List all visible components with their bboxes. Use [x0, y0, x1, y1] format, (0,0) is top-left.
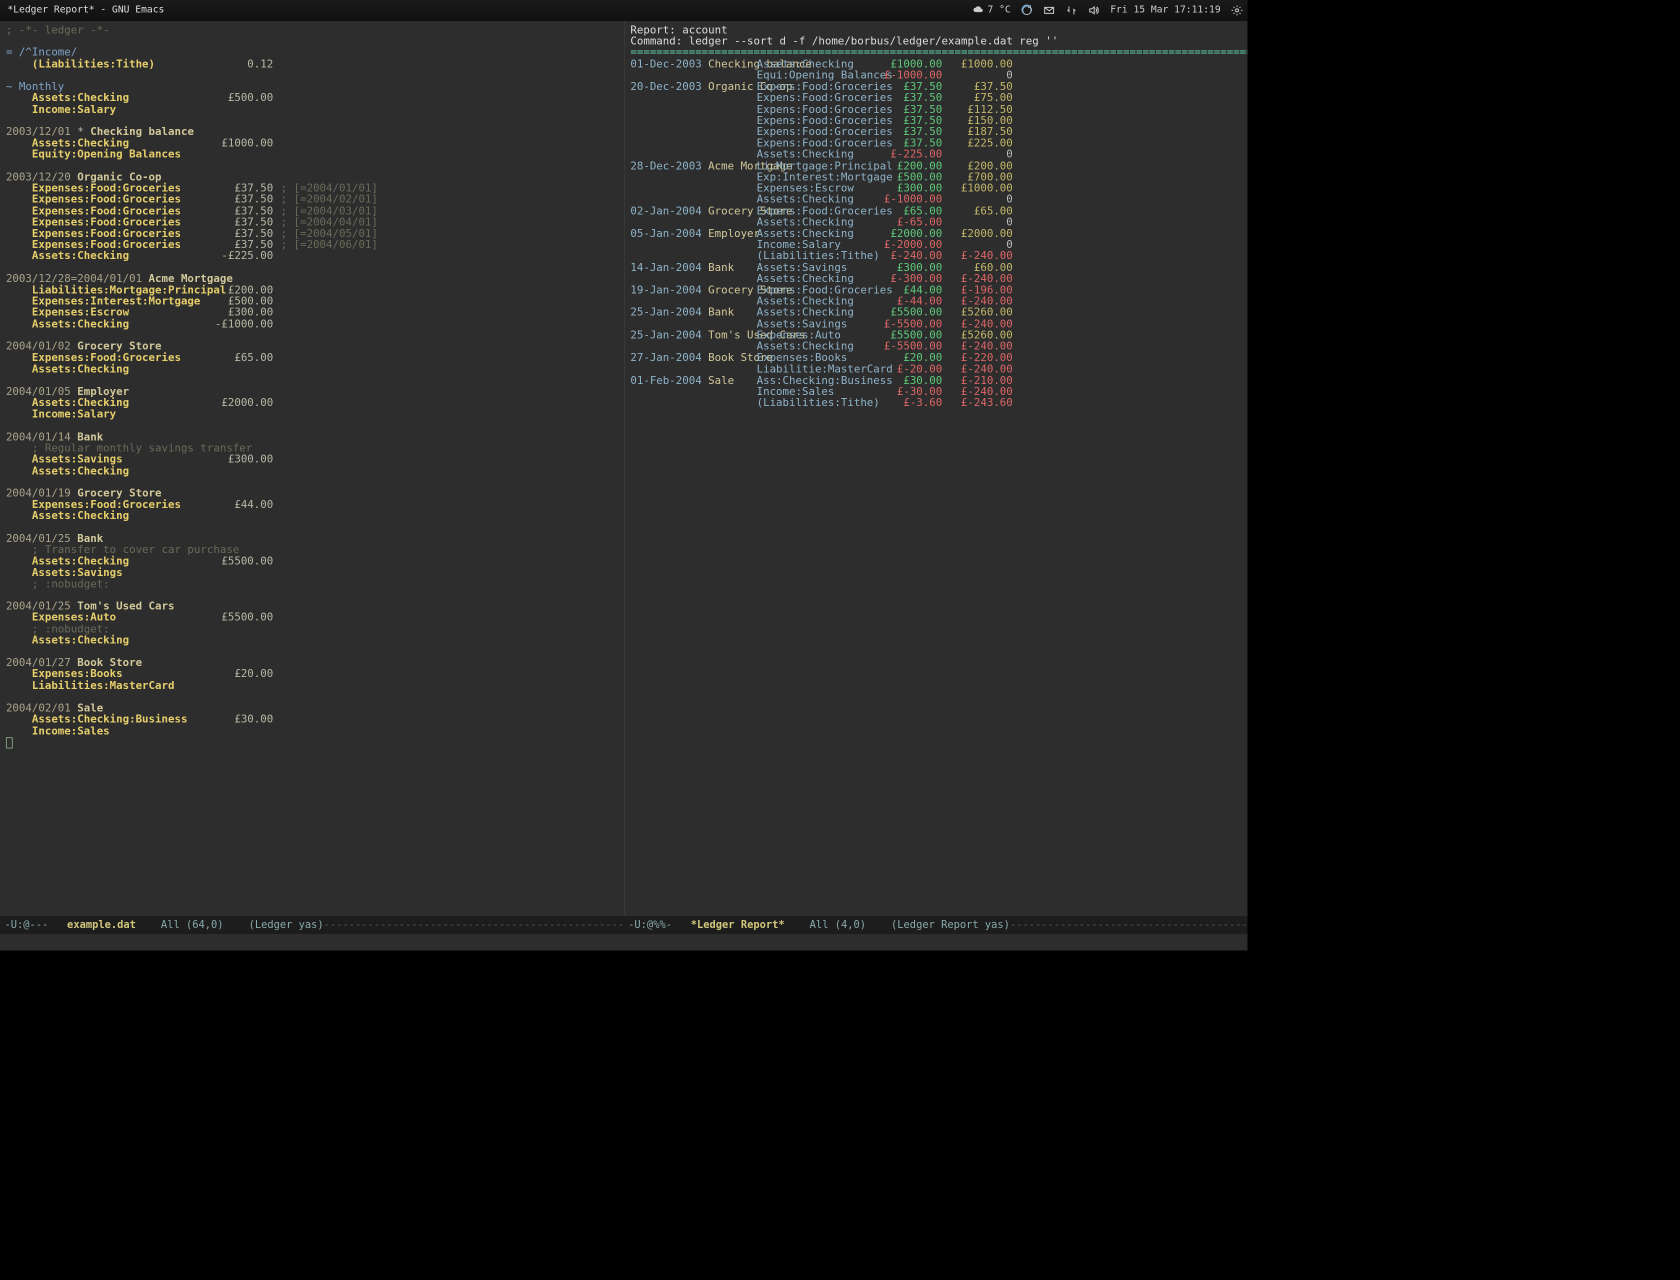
- refresh-icon: [1021, 4, 1033, 16]
- refresh-button[interactable]: [1021, 4, 1033, 16]
- transaction-comment: ; :nobudget:: [6, 579, 620, 590]
- volume-icon: [1088, 4, 1100, 16]
- source-comment: ; -*- ledger -*-: [6, 25, 620, 36]
- source-line: Income:Salary: [6, 409, 620, 420]
- system-tray: 7 °C Fri 15 Mar 17:11:19: [973, 4, 1243, 16]
- source-line: Liabilities:MasterCard: [6, 681, 620, 692]
- volume-indicator[interactable]: [1088, 4, 1100, 16]
- modeline-right: -U:@%%- *Ledger Report* All (4,0) (Ledge…: [624, 919, 1248, 931]
- source-line: Assets:Savings: [6, 568, 620, 579]
- source-line: Income:Sales: [6, 726, 620, 737]
- source-line: Assets:Checking-£225.00: [6, 251, 620, 262]
- report-row: 14-Jan-2004 BankAssets:Savings£300.00£60…: [630, 263, 1244, 274]
- cursor: [6, 737, 620, 751]
- source-line: Assets:Checking: [6, 466, 620, 477]
- window-title: *Ledger Report* - GNU Emacs: [4, 4, 972, 15]
- report-row: 25-Jan-2004 BankAssets:Checking£5500.00£…: [630, 308, 1244, 319]
- desktop-topbar: *Ledger Report* - GNU Emacs 7 °C Fri 15 …: [0, 0, 1247, 21]
- minibuffer[interactable]: [0, 934, 1247, 950]
- report-row: 27-Jan-2004 Book StoreExpenses:Books£20.…: [630, 353, 1244, 364]
- ledger-report-buffer[interactable]: Report: accountCommand: ledger --sort d …: [624, 21, 1248, 916]
- settings-button[interactable]: [1231, 4, 1243, 16]
- report-row: (Liabilities:Tithe)£-3.60£-243.60: [630, 398, 1244, 409]
- modeline-left: -U:@--- example.dat All (64,0) (Ledger y…: [0, 919, 624, 931]
- modeline-state: -U:@---: [4, 919, 48, 931]
- modeline-mode: (Ledger Report yas): [891, 919, 1010, 931]
- weather-indicator[interactable]: 7 °C: [973, 4, 1011, 16]
- network-icon: [1066, 4, 1078, 16]
- source-line: Equity:Opening Balances: [6, 150, 620, 161]
- source-line: Income:Salary: [6, 104, 620, 115]
- report-row: Expens:Food:Groceries£37.50£75.00: [630, 93, 1244, 104]
- source-line: Assets:Checking: [6, 364, 620, 375]
- modeline-buffer: example.dat: [67, 919, 136, 931]
- modeline-buffer: *Ledger Report*: [691, 919, 785, 931]
- report-row: 28-Dec-2003 Acme MortgageLi:Mortgage:Pri…: [630, 161, 1244, 172]
- ledger-source-buffer[interactable]: ; -*- ledger -*- = /^Income/ (Liabilitie…: [0, 21, 624, 916]
- source-line: (Liabilities:Tithe)0.12: [6, 59, 620, 70]
- source-line: Expenses:Auto£5500.00: [6, 613, 620, 624]
- report-row: Expens:Food:Groceries£37.50£112.50: [630, 104, 1244, 115]
- modeline-position: All (64,0): [161, 919, 224, 931]
- modeline-state: -U:@%%-: [628, 919, 672, 931]
- report-row: 01-Dec-2003 Checking balanceAssets:Check…: [630, 59, 1244, 70]
- modeline-mode: (Ledger yas): [249, 919, 324, 931]
- modeline-position: All (4,0): [810, 919, 866, 931]
- gear-icon: [1231, 4, 1243, 16]
- weather-text: 7 °C: [988, 4, 1011, 15]
- source-line: Assets:Checking-£1000.00: [6, 319, 620, 330]
- mail-indicator[interactable]: [1043, 4, 1055, 16]
- source-line: Assets:Checking: [6, 511, 620, 522]
- clock[interactable]: Fri 15 Mar 17:11:19: [1110, 4, 1220, 15]
- cloud-icon: [973, 4, 985, 16]
- mail-icon: [1043, 4, 1055, 16]
- network-indicator[interactable]: [1066, 4, 1078, 16]
- report-row: 02-Jan-2004 Grocery StoreExpens:Food:Gro…: [630, 206, 1244, 217]
- source-line: Assets:Checking: [6, 635, 620, 646]
